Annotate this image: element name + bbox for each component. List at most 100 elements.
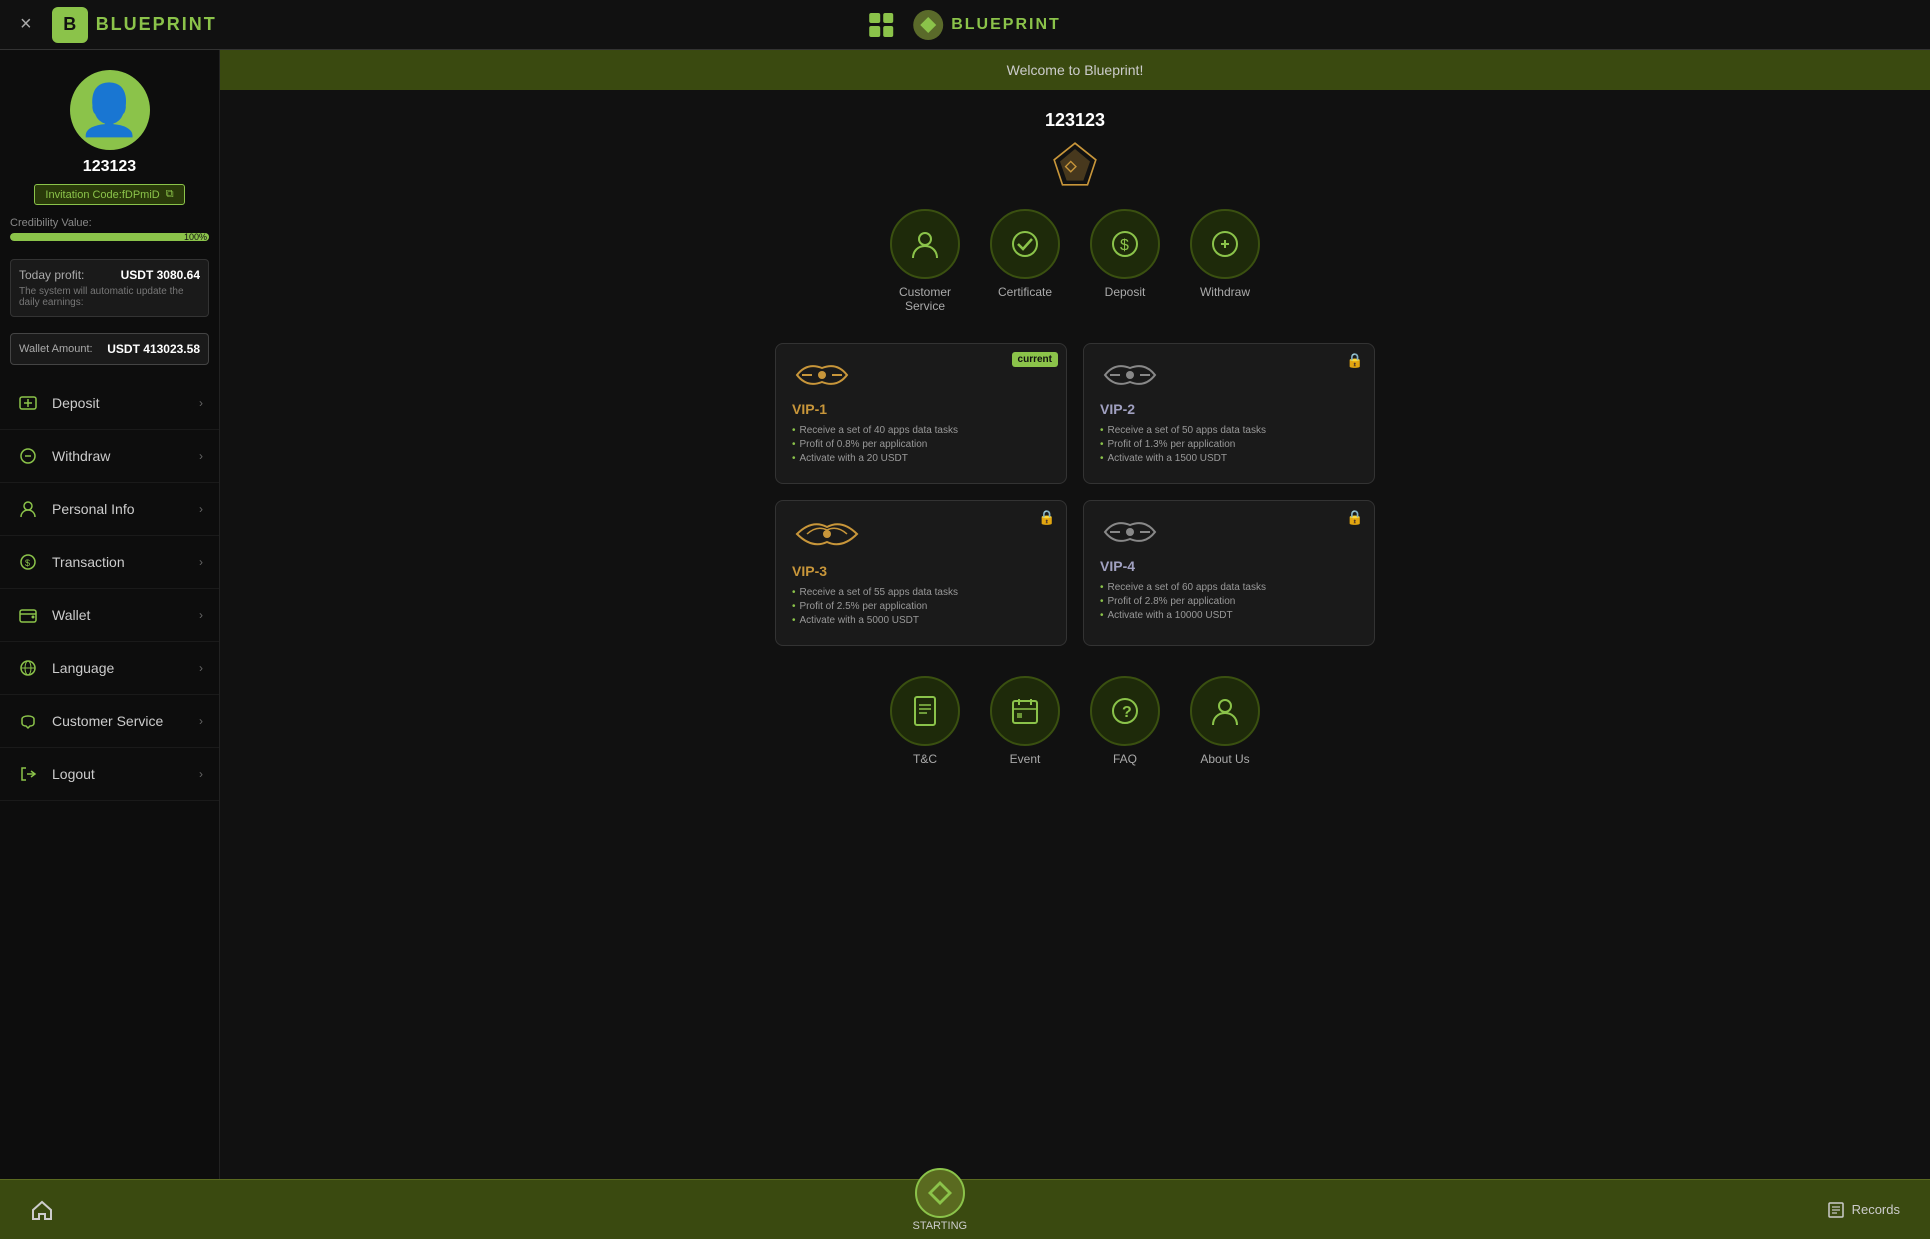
starting-button[interactable]: STARTING	[912, 1188, 967, 1232]
main-content: Welcome to Blueprint! 123123 ◇ Custo	[220, 50, 1930, 1179]
bottom-icon-event[interactable]: Event	[990, 676, 1060, 766]
profit-row: Today profit: USDT 3080.64	[19, 268, 200, 282]
vip-card-1-feature-2: Profit of 0.8% per application	[792, 439, 1050, 450]
bottom-icons-row: T&C Event ? FAQ	[890, 676, 1260, 766]
language-icon	[16, 656, 40, 680]
vip-card-4-feature-2: Profit of 2.8% per application	[1100, 596, 1358, 607]
bottom-icon-faq[interactable]: ? FAQ	[1090, 676, 1160, 766]
sidebar-item-customer-service-label: Customer Service	[52, 713, 199, 729]
sidebar-arrow-logout: ›	[199, 767, 203, 781]
logo2: BLUEPRINT	[913, 10, 1061, 40]
top-header: × B BLUEPRINT BLUEPRINT	[0, 0, 1930, 50]
home-icon	[30, 1198, 54, 1222]
profit-inner: Today profit: USDT 3080.64 The system wi…	[10, 259, 209, 317]
profit-label: Today profit:	[19, 268, 84, 282]
sidebar-item-transaction-label: Transaction	[52, 554, 199, 570]
credibility-fill	[10, 233, 209, 241]
sidebar: 👤 123123 Invitation Code:fDPmiD ⧉ Credib…	[0, 50, 220, 1179]
main-layout: 👤 123123 Invitation Code:fDPmiD ⧉ Credib…	[0, 50, 1930, 1179]
vip-icon-customer-service-label: CustomerService	[899, 285, 951, 313]
logo2-icon	[913, 10, 943, 40]
transaction-icon: $	[16, 550, 40, 574]
sidebar-item-personal-info-label: Personal Info	[52, 501, 199, 517]
sidebar-item-wallet[interactable]: Wallet ›	[0, 589, 219, 642]
sidebar-item-customer-service[interactable]: Customer Service ›	[0, 695, 219, 748]
sidebar-arrow-deposit: ›	[199, 396, 203, 410]
credibility-bar: 100%	[10, 233, 209, 241]
credibility-section: Credibility Value: 100%	[0, 217, 219, 241]
vip-card-3-feature-2: Profit of 2.5% per application	[792, 601, 1050, 612]
vip-card-1-feature-1: Receive a set of 40 apps data tasks	[792, 425, 1050, 436]
bottom-icon-about-us[interactable]: About Us	[1190, 676, 1260, 766]
sidebar-item-deposit-label: Deposit	[52, 395, 199, 411]
vip-card-3-logo	[792, 517, 1050, 555]
vip-card-2-name: VIP-2	[1100, 401, 1358, 417]
vip-icon-certificate[interactable]: Certificate	[990, 209, 1060, 313]
sidebar-item-wallet-label: Wallet	[52, 607, 199, 623]
svg-text:$: $	[25, 558, 30, 568]
profile-section: 123123 ◇	[1045, 110, 1105, 189]
starting-icon	[915, 1168, 965, 1218]
event-label: Event	[1010, 752, 1041, 766]
deposit-circle-icon: $	[1090, 209, 1160, 279]
sidebar-username: 123123	[83, 158, 136, 176]
sidebar-item-language[interactable]: Language ›	[0, 642, 219, 695]
person-icon	[16, 497, 40, 521]
vip-card-4-feature-1: Receive a set of 60 apps data tasks	[1100, 582, 1358, 593]
sidebar-item-logout[interactable]: Logout ›	[0, 748, 219, 801]
service-icon	[16, 709, 40, 733]
vip-card-1-name: VIP-1	[792, 401, 1050, 417]
customer-service-circle-icon	[890, 209, 960, 279]
wallet-icon	[16, 603, 40, 627]
home-button[interactable]	[30, 1198, 54, 1222]
sidebar-arrow-language: ›	[199, 661, 203, 675]
vip-icons-row: CustomerService Certificate $ Deposit	[890, 209, 1260, 313]
faq-icon: ?	[1090, 676, 1160, 746]
invitation-code-text: Invitation Code:fDPmiD	[45, 189, 159, 201]
sidebar-item-personal-info[interactable]: Personal Info ›	[0, 483, 219, 536]
vip-card-1-feature-3: Activate with a 20 USDT	[792, 453, 1050, 464]
withdraw-circle-icon	[1190, 209, 1260, 279]
vip-icon-withdraw[interactable]: Withdraw	[1190, 209, 1260, 313]
vip-icon-customer-service[interactable]: CustomerService	[890, 209, 960, 313]
sidebar-arrow-wallet: ›	[199, 608, 203, 622]
wallet-label: Wallet Amount:	[19, 343, 93, 355]
sidebar-item-withdraw[interactable]: Withdraw ›	[0, 430, 219, 483]
records-button[interactable]: Records	[1826, 1200, 1900, 1220]
sidebar-arrow-service: ›	[199, 714, 203, 728]
avatar-icon: 👤	[78, 85, 140, 135]
vip-card-3[interactable]: 🔒 VIP-3 Receive a set of 55 apps data ta…	[775, 500, 1067, 646]
vip-icon-deposit-label: Deposit	[1105, 285, 1146, 299]
vip-card-2[interactable]: 🔒 VIP-2 Receive a set of 50 apps data ta…	[1083, 343, 1375, 484]
vip-card-4-feature-3: Activate with a 10000 USDT	[1100, 610, 1358, 621]
vip-card-4-lock-icon: 🔒	[1346, 509, 1366, 529]
vip-icon-withdraw-label: Withdraw	[1200, 285, 1250, 299]
withdraw-icon	[16, 444, 40, 468]
sidebar-item-transaction[interactable]: $ Transaction ›	[0, 536, 219, 589]
svg-text:◇: ◇	[1064, 158, 1077, 175]
faq-label: FAQ	[1113, 752, 1137, 766]
vip-card-1[interactable]: current VIP-1 Receive a set of 40 apps d…	[775, 343, 1067, 484]
invitation-code[interactable]: Invitation Code:fDPmiD ⧉	[34, 184, 184, 205]
profile-username: 123123	[1045, 110, 1105, 131]
logo-text: BLUEPRINT	[96, 14, 217, 35]
about-us-label: About Us	[1200, 752, 1249, 766]
sidebar-item-deposit[interactable]: Deposit ›	[0, 377, 219, 430]
close-button[interactable]: ×	[20, 13, 32, 36]
vip-card-4-name: VIP-4	[1100, 558, 1358, 574]
copy-icon: ⧉	[166, 188, 174, 201]
tandc-label: T&C	[913, 752, 937, 766]
avatar: 👤	[70, 70, 150, 150]
vip-diamond-badge: ◇	[1050, 139, 1100, 189]
wallet-box: Wallet Amount: USDT 413023.58	[0, 333, 219, 365]
records-label: Records	[1852, 1202, 1900, 1217]
grid-icon[interactable]	[869, 13, 893, 37]
vip-icon-deposit[interactable]: $ Deposit	[1090, 209, 1160, 313]
vip-card-4[interactable]: 🔒 VIP-4 Receive a set of 60 apps data ta…	[1083, 500, 1375, 646]
bottom-icon-tandc[interactable]: T&C	[890, 676, 960, 766]
logo-icon: B	[52, 7, 88, 43]
wallet-value: USDT 413023.58	[107, 342, 200, 356]
sidebar-arrow-withdraw: ›	[199, 449, 203, 463]
sidebar-menu: Deposit › Withdraw › Personal Info ›	[0, 377, 219, 801]
records-icon	[1826, 1200, 1846, 1220]
